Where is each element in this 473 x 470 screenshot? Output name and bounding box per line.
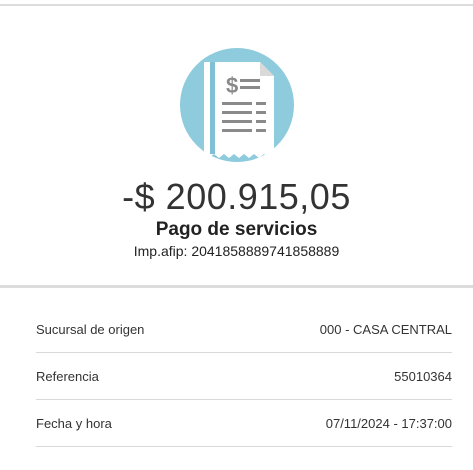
transaction-detail-screen: $ -$ 200.915,05 Pago de servicios Imp.af…	[0, 0, 473, 470]
detail-value: 55010364	[394, 369, 452, 384]
detail-row-reference: Referencia 55010364	[36, 353, 452, 400]
detail-label: Fecha y hora	[36, 416, 112, 431]
svg-text:$: $	[226, 73, 238, 98]
detail-row-branch: Sucursal de origen 000 - CASA CENTRAL	[36, 306, 452, 353]
transaction-summary: $ -$ 200.915,05 Pago de servicios Imp.af…	[0, 6, 473, 284]
section-divider	[0, 285, 473, 288]
transaction-amount: -$ 200.915,05	[122, 176, 351, 217]
detail-label: Sucursal de origen	[36, 322, 145, 337]
detail-label: Referencia	[36, 369, 99, 384]
detail-value: 07/11/2024 - 17:37:00	[325, 416, 452, 431]
details-list: Sucursal de origen 000 - CASA CENTRAL Re…	[36, 306, 452, 447]
imp-afip-code: Imp.afip: 2041858889741858889	[133, 243, 340, 259]
detail-row-datetime: Fecha y hora 07/11/2024 - 17:37:00	[36, 400, 452, 447]
transaction-type: Pago de servicios	[155, 219, 318, 240]
receipt-dollar-icon: $	[178, 46, 296, 164]
detail-value: 000 - CASA CENTRAL	[319, 322, 452, 337]
